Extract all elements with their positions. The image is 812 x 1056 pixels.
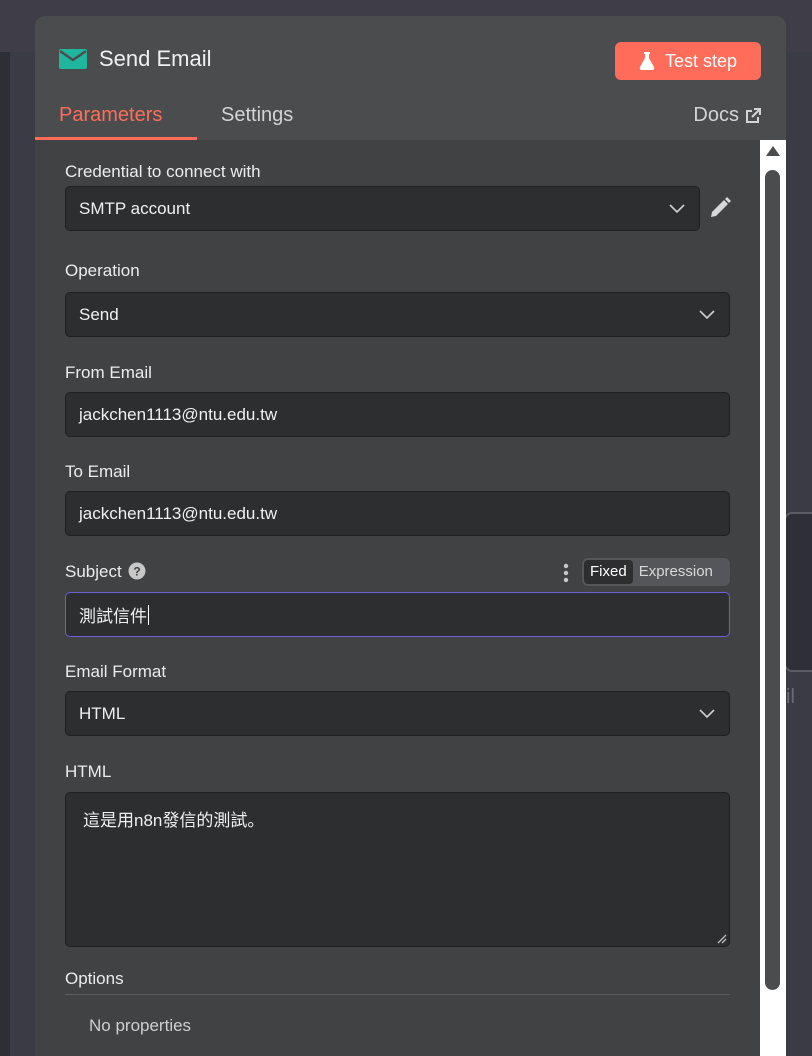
node-details-panel: Send Email Test step Parameters Settings… — [35, 16, 786, 1056]
svg-text:?: ? — [133, 565, 140, 579]
to-email-label: To Email — [65, 462, 131, 481]
credential-value: SMTP account — [79, 198, 191, 218]
chevron-down-icon — [669, 204, 685, 214]
text-cursor — [148, 604, 149, 625]
mode-expression[interactable]: Expression — [633, 560, 719, 584]
operation-select[interactable]: Send — [65, 292, 730, 337]
email-format-value: HTML — [79, 703, 126, 723]
credential-select[interactable]: SMTP account — [65, 186, 700, 231]
subject-input[interactable]: 測試信件 — [65, 592, 730, 637]
email-format-select[interactable]: HTML — [65, 691, 730, 736]
scrollbar-thumb[interactable] — [765, 170, 780, 990]
canvas-next-node[interactable] — [784, 512, 812, 672]
subject-mode-toggle: Fixed Expression — [582, 558, 730, 586]
tab-settings[interactable]: Settings — [221, 104, 293, 127]
panel-header: Send Email Test step Parameters Settings… — [35, 16, 786, 140]
chevron-down-icon — [699, 709, 715, 719]
email-format-label: Email Format — [65, 662, 167, 681]
test-step-button[interactable]: Test step — [615, 42, 761, 80]
more-options-icon[interactable] — [562, 562, 570, 584]
html-label: HTML — [65, 762, 112, 781]
subject-value: 測試信件 — [79, 607, 147, 626]
mode-fixed[interactable]: Fixed — [584, 560, 633, 584]
html-textarea[interactable]: 這是用n8n發信的測試。 — [65, 792, 730, 947]
pencil-icon[interactable] — [708, 196, 732, 220]
options-divider — [65, 994, 730, 995]
subject-label: Subject? — [65, 562, 146, 582]
html-value: 這是用n8n發信的測試。 — [83, 811, 265, 830]
from-email-value: jackchen1113@ntu.edu.tw — [79, 404, 278, 424]
scroll-up-arrow-icon[interactable] — [766, 146, 780, 156]
docs-label: Docs — [693, 104, 739, 126]
chevron-down-icon — [699, 310, 715, 320]
to-email-value: jackchen1113@ntu.edu.tw — [79, 503, 278, 523]
panel-tabs: Parameters Settings Docs — [35, 102, 786, 140]
tab-parameters[interactable]: Parameters — [59, 104, 162, 127]
operation-label: Operation — [65, 261, 140, 280]
from-email-input[interactable]: jackchen1113@ntu.edu.tw — [65, 392, 730, 437]
docs-link[interactable]: Docs — [693, 104, 761, 127]
test-step-label: Test step — [664, 50, 738, 71]
flask-icon — [639, 52, 655, 70]
canvas-left-edge — [0, 52, 10, 1056]
scrollbar[interactable] — [760, 140, 786, 1056]
options-label: Options — [65, 969, 124, 988]
from-email-label: From Email — [65, 363, 152, 382]
to-email-input[interactable]: jackchen1113@ntu.edu.tw — [65, 491, 730, 536]
no-properties-text: No properties — [89, 1016, 192, 1035]
resize-handle-icon[interactable] — [715, 932, 727, 944]
parameters-content: Credential to connect with SMTP account … — [35, 140, 760, 1056]
operation-value: Send — [79, 304, 119, 324]
node-title[interactable]: Send Email — [99, 46, 212, 72]
external-link-icon — [746, 107, 761, 123]
subject-label-text: Subject — [65, 562, 122, 581]
title-row: Send Email — [59, 46, 212, 72]
credential-label: Credential to connect with — [65, 162, 261, 181]
envelope-icon — [59, 49, 87, 69]
help-icon[interactable]: ? — [128, 562, 146, 580]
canvas-node-label: il — [786, 686, 795, 708]
